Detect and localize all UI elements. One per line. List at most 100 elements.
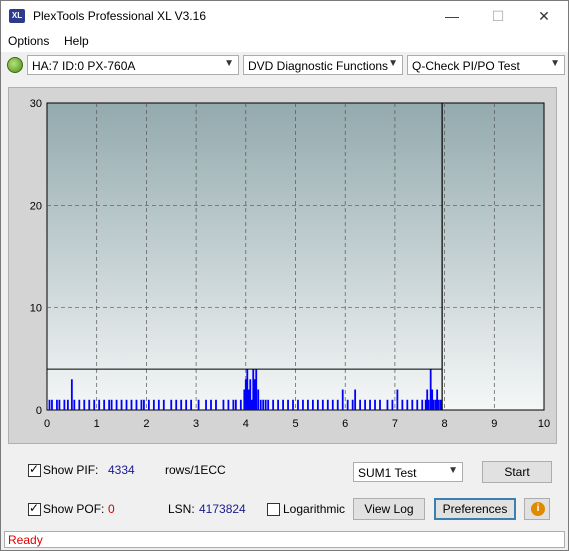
pif-bar: [364, 399, 366, 410]
pof-value: 0: [108, 502, 115, 516]
chevron-down-icon: ▼: [448, 465, 458, 476]
y-tick-label: 20: [30, 200, 42, 212]
pif-bar: [386, 399, 389, 410]
pif-bar: [267, 399, 270, 410]
x-tick-label: 4: [243, 418, 249, 430]
pif-bar: [232, 399, 235, 410]
view-log-button[interactable]: View Log: [353, 498, 425, 520]
pif-bar: [103, 399, 106, 410]
pif-bar: [259, 399, 262, 410]
pif-bar: [282, 399, 284, 410]
start-button[interactable]: Start: [482, 461, 552, 483]
title-bar: XL PlexTools Professional XL V3.16 — ☐ ✕: [1, 1, 568, 31]
pif-bar: [292, 399, 294, 410]
pif-bar: [110, 399, 113, 410]
y-tick-label: 10: [30, 303, 42, 315]
status-bar: Ready: [4, 531, 565, 548]
pif-bar: [354, 389, 357, 410]
pif-bar: [432, 399, 435, 410]
pif-bar: [234, 399, 237, 410]
menu-options[interactable]: Options: [8, 34, 49, 48]
pif-bar: [115, 399, 118, 410]
test-select-value: Q-Check PI/PO Test: [412, 59, 520, 73]
show-pif-checkbox[interactable]: [28, 462, 41, 477]
status-text: Ready: [8, 533, 43, 547]
pif-bar: [297, 399, 299, 410]
pif-bar: [411, 399, 414, 410]
x-tick-label: 7: [392, 418, 398, 430]
pi-po-chart: 0 1 2 3 4 5 6 7 8 9 10 0 10 20 30: [30, 98, 550, 430]
pif-bar: [311, 399, 314, 410]
pif-bar: [78, 399, 81, 410]
pif-bar: [48, 399, 51, 410]
pif-bar: [257, 389, 260, 410]
function-select-value: DVD Diagnostic Functions: [248, 59, 389, 73]
pif-bar: [264, 399, 267, 410]
function-select[interactable]: DVD Diagnostic Functions ▼: [243, 55, 403, 75]
pif-bar: [210, 399, 212, 410]
x-tick-label: 6: [342, 418, 348, 430]
y-tick-label: 0: [36, 405, 42, 417]
x-tick-label: 1: [94, 418, 100, 430]
pif-bar: [277, 399, 280, 410]
x-tick-label: 8: [442, 418, 448, 430]
pif-bar: [108, 399, 111, 410]
pif-bar: [130, 399, 133, 410]
x-tick-label: 10: [538, 418, 550, 430]
pif-bar: [359, 399, 362, 410]
pif-bar: [227, 399, 230, 410]
pif-bar: [346, 399, 349, 410]
drive-select[interactable]: HA:7 ID:0 PX-760A ▼: [27, 55, 239, 75]
pif-bar: [262, 399, 265, 410]
preferences-button[interactable]: Preferences: [434, 498, 516, 520]
pif-bar: [88, 399, 91, 410]
pif-bar: [98, 399, 101, 410]
x-tick-label: 3: [193, 418, 199, 430]
pif-bar: [147, 399, 150, 410]
pif-bar: [331, 399, 334, 410]
pif-bar: [255, 369, 258, 410]
pif-bar: [73, 399, 76, 410]
chevron-down-icon: ▼: [550, 58, 560, 69]
pif-bar: [439, 399, 442, 410]
minimize-button[interactable]: —: [429, 1, 475, 31]
info-button[interactable]: i: [524, 498, 550, 520]
logarithmic-checkbox[interactable]: [267, 503, 280, 516]
menu-help[interactable]: Help: [64, 34, 89, 48]
close-button[interactable]: ✕: [521, 1, 567, 31]
pif-bar: [341, 389, 344, 410]
rows-unit-label: rows/1ECC: [165, 463, 226, 477]
pif-bar: [70, 379, 73, 410]
show-pof-checkbox[interactable]: [28, 501, 41, 516]
show-pif-label: Show PIF:: [43, 463, 99, 477]
logarithmic-label: Logarithmic: [283, 502, 346, 516]
pif-bar: [175, 399, 178, 410]
y-tick-label: 30: [30, 98, 42, 110]
app-logo-icon: XL: [9, 9, 25, 23]
sum-test-value: SUM1 Test: [358, 466, 417, 480]
pif-bar: [185, 399, 188, 410]
pif-bar: [83, 399, 86, 410]
pif-bar: [222, 399, 225, 410]
pif-bar: [180, 399, 183, 410]
pif-bar: [197, 399, 200, 410]
sum-test-select[interactable]: SUM1 Test ▼: [353, 462, 463, 482]
pif-bar: [416, 399, 419, 410]
pif-bar: [135, 399, 138, 410]
pif-bar: [374, 399, 376, 410]
pif-bar: [58, 399, 61, 410]
pif-bar: [302, 399, 304, 410]
pif-bar: [143, 399, 145, 410]
pif-bar: [396, 389, 399, 410]
maximize-button[interactable]: ☐: [475, 1, 521, 31]
pif-bar: [321, 399, 324, 410]
drive-disc-icon: [7, 57, 23, 73]
window-title: PlexTools Professional XL V3.16: [33, 9, 206, 23]
pif-bar: [215, 399, 217, 410]
pif-bar: [307, 399, 309, 410]
pif-bar: [421, 399, 424, 410]
pif-bar: [51, 399, 53, 410]
pif-bar: [63, 399, 66, 410]
pif-bar: [152, 399, 155, 410]
test-select[interactable]: Q-Check PI/PO Test ▼: [407, 55, 565, 75]
